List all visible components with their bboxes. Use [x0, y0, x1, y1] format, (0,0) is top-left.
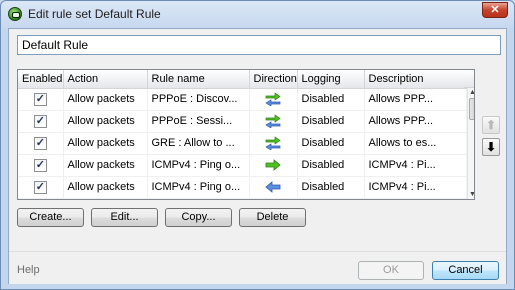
scrollbar-thumb[interactable] [469, 98, 474, 120]
enabled-checkbox[interactable] [33, 158, 47, 172]
column-header-action[interactable]: Action [63, 70, 148, 89]
action-cell: Allow packets [63, 198, 148, 199]
description-cell: Allows to es... [364, 132, 467, 155]
bidirectional-direction-icon [264, 136, 282, 151]
enabled-cell [18, 176, 64, 199]
move-up-button[interactable]: ⬆ [482, 116, 500, 134]
rule-name-cell: ICMPv4 : Ping o... [147, 154, 250, 177]
action-cell: Allow packets [63, 88, 148, 111]
dialog-footer: Help OK Cancel [9, 251, 506, 284]
header-scroll-corner [464, 70, 474, 88]
help-link[interactable]: Help [17, 264, 40, 276]
action-cell: Allow packets [63, 110, 148, 133]
action-cell: Allow packets [63, 154, 148, 177]
column-header-rule-name[interactable]: Rule name [147, 70, 250, 89]
bidirectional-direction-icon [264, 114, 282, 129]
dialog-body: Enabled Action Rule name Direction Loggi… [8, 28, 507, 284]
rule-name-cell: PPPoE : Sessi... [147, 110, 250, 133]
dialog-window: Edit rule set Default Rule ✕ Enabled Act… [0, 0, 515, 290]
logging-cell: Disabled [297, 154, 365, 177]
enabled-cell [18, 88, 64, 111]
logging-cell: Disabled [297, 198, 365, 199]
logging-cell: Disabled [297, 110, 365, 133]
rule-name-cell: GRE : Allow to ... [147, 132, 250, 155]
vertical-scrollbar[interactable]: ▲ ▼ [467, 88, 474, 199]
direction-cell [249, 110, 298, 133]
table-row[interactable]: Allow packetsPPPoE : Discov... DisabledAl… [18, 88, 467, 111]
enabled-checkbox[interactable] [33, 180, 47, 194]
rules-grid[interactable]: Enabled Action Rule name Direction Loggi… [17, 69, 475, 200]
title-bar[interactable]: Edit rule set Default Rule ✕ [1, 1, 514, 27]
rule-name-cell: ICMPv4 : Ping o... [147, 176, 250, 199]
description-cell: ICMPv4 : Pi... [364, 176, 467, 199]
rule-name-cell: PPPoE : Discov... [147, 88, 250, 111]
description-cell: Allows PPP... [364, 110, 467, 133]
enabled-cell [18, 198, 64, 199]
move-down-button[interactable]: ⬇ [482, 138, 500, 156]
table-row[interactable]: Allow packetsICMPv4 : Ping o...DisabledI… [18, 176, 467, 199]
ok-button[interactable]: OK [358, 261, 424, 280]
enabled-checkbox[interactable] [33, 114, 47, 128]
edit-button[interactable]: Edit... [91, 208, 158, 227]
scroll-down-arrow-icon[interactable]: ▼ [468, 190, 474, 199]
column-header-direction[interactable]: Direction [249, 70, 298, 89]
ruleset-name-input[interactable] [17, 35, 501, 55]
outbound-direction-icon [265, 159, 281, 171]
direction-cell [249, 198, 298, 199]
action-cell: Allow packets [63, 176, 148, 199]
direction-cell [249, 132, 298, 155]
inbound-direction-icon [265, 181, 281, 193]
table-header-row: Enabled Action Rule name Direction Loggi… [18, 70, 467, 89]
cancel-button[interactable]: Cancel [432, 261, 499, 280]
scroll-up-arrow-icon[interactable]: ▲ [468, 88, 474, 98]
table-row[interactable]: Allow packetsGRE : Allow to ... DisabledA… [18, 132, 467, 155]
enabled-checkbox[interactable] [33, 92, 47, 106]
description-cell: ICMPv4 : Pi... [364, 198, 467, 199]
description-cell: Allows PPP... [364, 88, 467, 111]
rule-name-cell: ICMPv4 : T... [147, 198, 250, 199]
enabled-cell [18, 154, 64, 177]
bidirectional-direction-icon [264, 92, 282, 107]
copy-button[interactable]: Copy... [165, 208, 232, 227]
table-row[interactable]: Allow packetsICMPv4 : T... DisabledICMPv4… [18, 198, 467, 199]
direction-cell [249, 154, 298, 177]
direction-cell [249, 176, 298, 199]
logging-cell: Disabled [297, 132, 365, 155]
logging-cell: Disabled [297, 176, 365, 199]
table-row[interactable]: Allow packetsPPPoE : Sessi... DisabledAll… [18, 110, 467, 133]
create-button[interactable]: Create... [17, 208, 84, 227]
window-title: Edit rule set Default Rule [28, 7, 161, 21]
close-button[interactable]: ✕ [482, 2, 508, 18]
column-header-enabled[interactable]: Enabled [18, 70, 64, 89]
column-header-logging[interactable]: Logging [297, 70, 365, 89]
enabled-cell [18, 110, 64, 133]
action-cell: Allow packets [63, 132, 148, 155]
enabled-checkbox[interactable] [33, 136, 47, 150]
table-row[interactable]: Allow packetsICMPv4 : Ping o... DisabledI… [18, 154, 467, 177]
column-header-description[interactable]: Description [364, 70, 467, 89]
delete-button[interactable]: Delete [239, 208, 306, 227]
enabled-cell [18, 132, 64, 155]
description-cell: ICMPv4 : Pi... [364, 154, 467, 177]
logging-cell: Disabled [297, 88, 365, 111]
firewall-app-icon [8, 7, 22, 21]
rules-table: Enabled Action Rule name Direction Loggi… [18, 70, 467, 199]
direction-cell [249, 88, 298, 111]
